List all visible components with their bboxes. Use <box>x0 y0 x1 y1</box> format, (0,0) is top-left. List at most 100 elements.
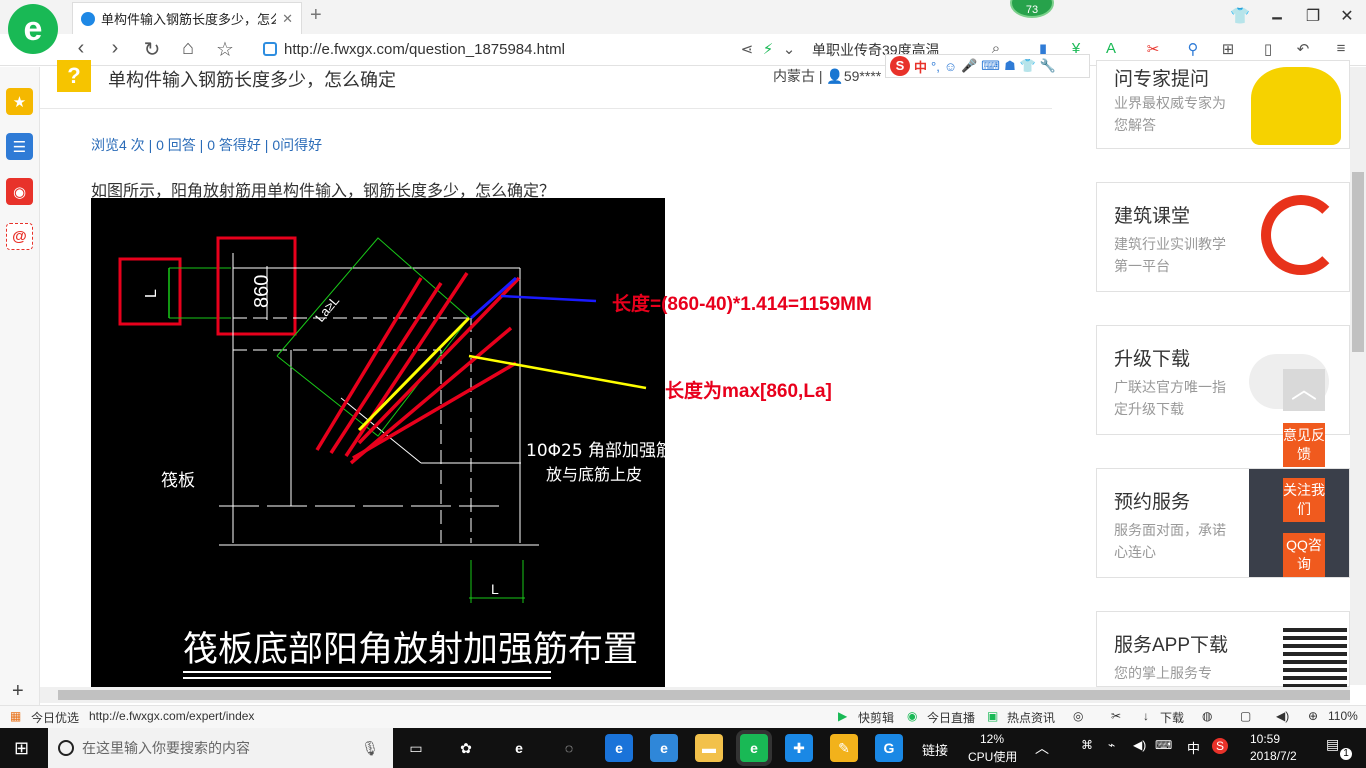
speed-icon[interactable]: ◎ <box>1073 709 1083 723</box>
card-desc: 服务面对面，承诺心连心 <box>1114 522 1226 560</box>
notes-app-icon[interactable]: ✎ <box>830 734 858 762</box>
horizontal-scroll-thumb[interactable] <box>58 690 1350 700</box>
tab-close-icon[interactable]: ✕ <box>282 11 293 27</box>
news-icon[interactable]: ☰ <box>6 133 33 160</box>
tools-icon[interactable]: ✂ <box>1111 709 1121 723</box>
annotation-yellow-length: 长度为max[860,La] <box>665 381 832 402</box>
card-classroom[interactable]: 建筑课堂 建筑行业实训教学第一平台 <box>1096 182 1350 292</box>
browser-logo-icon[interactable]: e <box>8 4 58 54</box>
restore-button[interactable]: ❐ <box>1298 6 1328 26</box>
bluetooth-app-icon[interactable]: ✚ <box>785 734 813 762</box>
close-window-button[interactable]: ✕ <box>1332 6 1362 26</box>
volume-icon[interactable]: ◀) <box>1133 738 1146 752</box>
user-icon[interactable]: ☗ <box>1004 58 1016 74</box>
edge-icon[interactable]: e <box>605 734 633 762</box>
card-expert[interactable]: 问专家提问 业界最权威专家为您解答 <box>1096 60 1350 149</box>
status-item-download[interactable]: 下载 <box>1160 709 1184 726</box>
status-item-news[interactable]: 热点资讯 <box>1007 709 1055 726</box>
scissors-icon[interactable]: ✂ <box>1140 40 1166 58</box>
clip-icon: ▶ <box>838 709 848 723</box>
back-to-top-button[interactable]: ︿ <box>1283 369 1325 411</box>
new-tab-button[interactable]: + <box>310 4 322 27</box>
window-icon[interactable]: ▢ <box>1240 709 1251 723</box>
ime-toolbar[interactable]: S 中 °, ☺ 🎤 ⌨ ☗ 👕 🔧 <box>885 54 1090 78</box>
wrench-icon[interactable]: 🔧 <box>1040 58 1056 74</box>
cad-raft-label: 筏板 <box>161 471 195 491</box>
status-today-pick[interactable]: 今日优选 <box>31 709 79 726</box>
browser-e-icon[interactable]: e <box>505 734 533 762</box>
taskbar-search[interactable]: 在这里输入你要搜索的内容 🎙 <box>48 728 393 768</box>
mail-icon[interactable]: @ <box>6 223 33 250</box>
favorites-star-icon[interactable]: ★ <box>6 88 33 115</box>
url-input[interactable]: http://e.fwxgx.com/question_1875984.html <box>284 41 565 58</box>
minimize-button[interactable]: 🗕 <box>1262 6 1292 33</box>
task-view-icon[interactable]: ▭ <box>402 734 430 762</box>
punct-icon[interactable]: °, <box>931 59 940 74</box>
emoji-icon[interactable]: ☺ <box>944 59 957 74</box>
weibo-icon[interactable]: ◉ <box>6 178 33 205</box>
card-app-download[interactable]: 服务APP下载 您的掌上服务专 <box>1096 611 1350 688</box>
star-icon[interactable]: ☆ <box>212 37 238 62</box>
gift-icon[interactable]: ▦ <box>10 709 21 723</box>
stat-views[interactable]: 浏览4 次 <box>91 137 145 153</box>
mic-icon[interactable]: 🎤 <box>961 58 977 74</box>
notification-count: 1 <box>1340 748 1352 760</box>
forward-icon[interactable]: › <box>102 37 128 60</box>
tray-chevron-icon[interactable]: ︿ <box>1035 738 1049 758</box>
clock-date[interactable]: 2018/7/2 <box>1250 749 1297 763</box>
shirt-icon[interactable]: 👕 <box>1020 58 1036 74</box>
back-icon[interactable]: ‹ <box>68 37 94 60</box>
360-browser-icon[interactable]: e <box>740 734 768 762</box>
card-title: 预约服务 <box>1114 492 1191 513</box>
keyboard-icon[interactable]: ⌨ <box>981 58 1000 74</box>
sogou-tray-icon[interactable]: S <box>1212 738 1228 754</box>
refresh-icon[interactable]: ↻ <box>139 37 165 62</box>
qq-consult-button[interactable]: QQ咨询 <box>1283 533 1325 577</box>
ie-icon[interactable]: e <box>650 734 678 762</box>
file-explorer-icon[interactable]: ▬ <box>695 734 723 762</box>
chevron-down-icon[interactable]: ⌄ <box>776 40 802 58</box>
sound-icon[interactable]: ◀) <box>1276 709 1289 723</box>
follow-button[interactable]: 关注我们 <box>1283 478 1325 522</box>
stat-good-answers[interactable]: 0 答得好 <box>207 137 261 153</box>
ime-lang[interactable]: 中 <box>914 57 927 76</box>
divider <box>40 108 1052 109</box>
input-language[interactable]: 中 <box>1187 738 1200 757</box>
feedback-button[interactable]: 意见反馈 <box>1283 423 1325 467</box>
taskbar-links[interactable]: 链接 <box>922 740 948 759</box>
question-icon: ? <box>57 60 91 92</box>
globe-icon[interactable]: ◍ <box>1202 709 1212 723</box>
translate-icon[interactable]: A <box>1098 40 1124 57</box>
keyboard-tray-icon[interactable]: ⌨ <box>1155 738 1172 752</box>
g-app-icon[interactable]: G <box>875 734 903 762</box>
status-item-live[interactable]: 今日直播 <box>927 709 975 726</box>
apps-grid-icon[interactable]: ⊞ <box>1215 40 1241 58</box>
clock-time[interactable]: 10:59 <box>1250 732 1280 746</box>
undo-icon[interactable]: ↶ <box>1290 40 1316 58</box>
tab-active[interactable]: 单构件输入钢筋长度多少，怎么确 ✕ <box>72 2 302 34</box>
asker-info: 内蒙古 | 👤59**** <box>773 68 882 84</box>
vertical-scroll-thumb[interactable] <box>1352 172 1364 352</box>
status-item-clip[interactable]: 快剪辑 <box>858 709 894 726</box>
stat-answers[interactable]: 0 回答 <box>156 137 196 153</box>
menu-icon[interactable]: ≡ <box>1328 40 1354 57</box>
action-center-icon[interactable]: ▤ <box>1326 736 1339 753</box>
add-sidebar-icon[interactable]: + <box>12 680 24 703</box>
stat-good-questions[interactable]: 0问得好 <box>272 137 322 153</box>
zoom-level[interactable]: 110% <box>1328 709 1358 723</box>
fan-app-icon[interactable]: ✿ <box>452 734 480 762</box>
spiral-app-icon[interactable]: ◌ <box>555 734 583 762</box>
site-info-icon[interactable] <box>263 42 277 56</box>
tablet-icon[interactable]: ▯ <box>1255 40 1281 58</box>
news-hot-icon: ▣ <box>987 709 999 723</box>
tray-app-icon[interactable]: ⌘ <box>1081 738 1093 752</box>
windows-start-icon[interactable]: ⊞ <box>14 738 29 759</box>
microphone-icon[interactable]: 🎙 <box>361 740 379 757</box>
cad-dim-L-left: L <box>143 289 160 298</box>
skin-icon[interactable]: 👕 <box>1225 6 1255 26</box>
network-icon[interactable]: ⌁ <box>1108 738 1115 752</box>
magnifier-icon[interactable]: ⚲ <box>1180 40 1206 58</box>
cad-dim-La: La≥L <box>312 293 342 325</box>
home-icon[interactable]: ⌂ <box>175 37 201 60</box>
vertical-scrollbar[interactable] <box>1350 67 1366 685</box>
